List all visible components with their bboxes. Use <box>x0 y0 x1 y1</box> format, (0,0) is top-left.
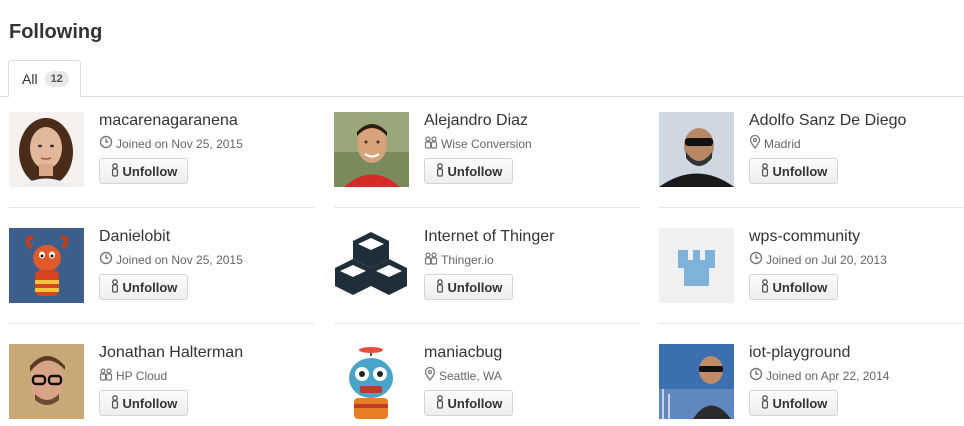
avatar[interactable] <box>334 344 409 419</box>
user-meta: Madrid <box>749 134 801 152</box>
avatar[interactable] <box>659 344 734 419</box>
tab-all-label: All <box>22 70 38 87</box>
username-link[interactable]: Danielobit <box>99 228 170 246</box>
username-link[interactable]: Internet of Thinger <box>424 228 554 246</box>
unfollow-button[interactable]: Unfollow <box>749 158 838 184</box>
divider <box>334 323 640 324</box>
user-card: Danielobit Joined on Nov 25, 2015 Unfoll… <box>9 212 315 328</box>
unfollow-label: Unfollow <box>122 163 178 179</box>
user-meta-text: Thinger.io <box>441 252 494 267</box>
user-meta-text: Joined on Jul 20, 2013 <box>766 252 887 267</box>
unfollow-label: Unfollow <box>772 279 828 295</box>
user-meta: HP Cloud <box>99 367 167 384</box>
person-icon <box>110 162 123 180</box>
clock-icon <box>749 251 766 268</box>
person-icon <box>435 162 448 180</box>
unfollow-button[interactable]: Unfollow <box>424 274 513 300</box>
divider <box>9 323 315 324</box>
username-link[interactable]: Alejandro Diaz <box>424 112 528 130</box>
user-card: Adolfo Sanz De Diego Madrid Unfollow <box>659 96 964 212</box>
person-icon <box>110 278 123 296</box>
avatar[interactable] <box>659 112 734 187</box>
user-card: macarenagaranena Joined on Nov 25, 2015 … <box>9 96 315 212</box>
unfollow-button[interactable]: Unfollow <box>749 274 838 300</box>
user-meta-text: HP Cloud <box>116 368 168 383</box>
divider <box>659 207 964 208</box>
username-link[interactable]: maniacbug <box>424 344 502 362</box>
username-link[interactable]: Jonathan Halterman <box>99 344 243 362</box>
divider <box>9 207 315 208</box>
user-meta-text: Joined on Nov 25, 2015 <box>116 136 243 151</box>
avatar[interactable] <box>9 344 84 419</box>
unfollow-label: Unfollow <box>122 279 178 295</box>
person-icon <box>760 162 773 180</box>
divider <box>659 323 964 324</box>
unfollow-label: Unfollow <box>122 395 178 411</box>
avatar[interactable] <box>9 228 84 303</box>
avatar[interactable] <box>9 112 84 187</box>
clock-icon <box>749 367 766 384</box>
user-meta: Joined on Nov 25, 2015 <box>99 135 243 152</box>
unfollow-button[interactable]: Unfollow <box>99 158 188 184</box>
unfollow-label: Unfollow <box>447 279 503 295</box>
tab-all-count-badge: 12 <box>44 70 69 87</box>
organization-icon <box>99 367 116 384</box>
user-card: maniacbug Seattle, WA Unfollow <box>334 328 640 426</box>
username-link[interactable]: iot-playground <box>749 344 850 362</box>
page-title: Following <box>9 21 103 43</box>
avatar[interactable] <box>334 112 409 187</box>
unfollow-label: Unfollow <box>447 163 503 179</box>
organization-icon <box>424 251 441 268</box>
avatar[interactable] <box>659 228 734 303</box>
unfollow-button[interactable]: Unfollow <box>424 390 513 416</box>
clock-icon <box>99 135 116 152</box>
user-meta: Joined on Apr 22, 2014 <box>749 367 889 384</box>
person-icon <box>760 394 773 412</box>
user-card: Alejandro Diaz Wise Conversion Unfollow <box>334 96 640 212</box>
user-meta: Joined on Nov 25, 2015 <box>99 251 243 268</box>
user-meta: Wise Conversion <box>424 135 532 152</box>
username-link[interactable]: wps-community <box>749 228 860 246</box>
user-meta: Joined on Jul 20, 2013 <box>749 251 887 268</box>
unfollow-label: Unfollow <box>772 163 828 179</box>
tab-bar: All 12 <box>0 60 964 97</box>
unfollow-button[interactable]: Unfollow <box>99 274 188 300</box>
clock-icon <box>99 251 116 268</box>
unfollow-label: Unfollow <box>447 395 503 411</box>
user-meta-text: Joined on Nov 25, 2015 <box>116 252 243 267</box>
user-card: Internet of Thinger Thinger.io Unfollow <box>334 212 640 328</box>
unfollow-button[interactable]: Unfollow <box>749 390 838 416</box>
user-meta: Seattle, WA <box>424 366 502 384</box>
username-link[interactable]: macarenagaranena <box>99 112 238 130</box>
avatar[interactable] <box>334 228 409 303</box>
location-icon <box>749 134 764 152</box>
tab-all[interactable]: All 12 <box>8 60 81 97</box>
organization-icon <box>424 135 441 152</box>
user-card: iot-playground Joined on Apr 22, 2014 Un… <box>659 328 964 426</box>
divider <box>334 207 640 208</box>
unfollow-button[interactable]: Unfollow <box>424 158 513 184</box>
person-icon <box>435 278 448 296</box>
location-icon <box>424 366 439 384</box>
unfollow-button[interactable]: Unfollow <box>99 390 188 416</box>
user-meta-text: Seattle, WA <box>439 368 502 383</box>
user-meta-text: Joined on Apr 22, 2014 <box>766 368 890 383</box>
unfollow-label: Unfollow <box>772 395 828 411</box>
user-meta-text: Wise Conversion <box>441 136 532 151</box>
user-meta-text: Madrid <box>764 136 801 151</box>
user-card: Jonathan Halterman HP Cloud Unfollow <box>9 328 315 426</box>
person-icon <box>110 394 123 412</box>
user-card: wps-community Joined on Jul 20, 2013 Unf… <box>659 212 964 328</box>
person-icon <box>760 278 773 296</box>
user-meta: Thinger.io <box>424 251 494 268</box>
person-icon <box>435 394 448 412</box>
username-link[interactable]: Adolfo Sanz De Diego <box>749 112 906 130</box>
